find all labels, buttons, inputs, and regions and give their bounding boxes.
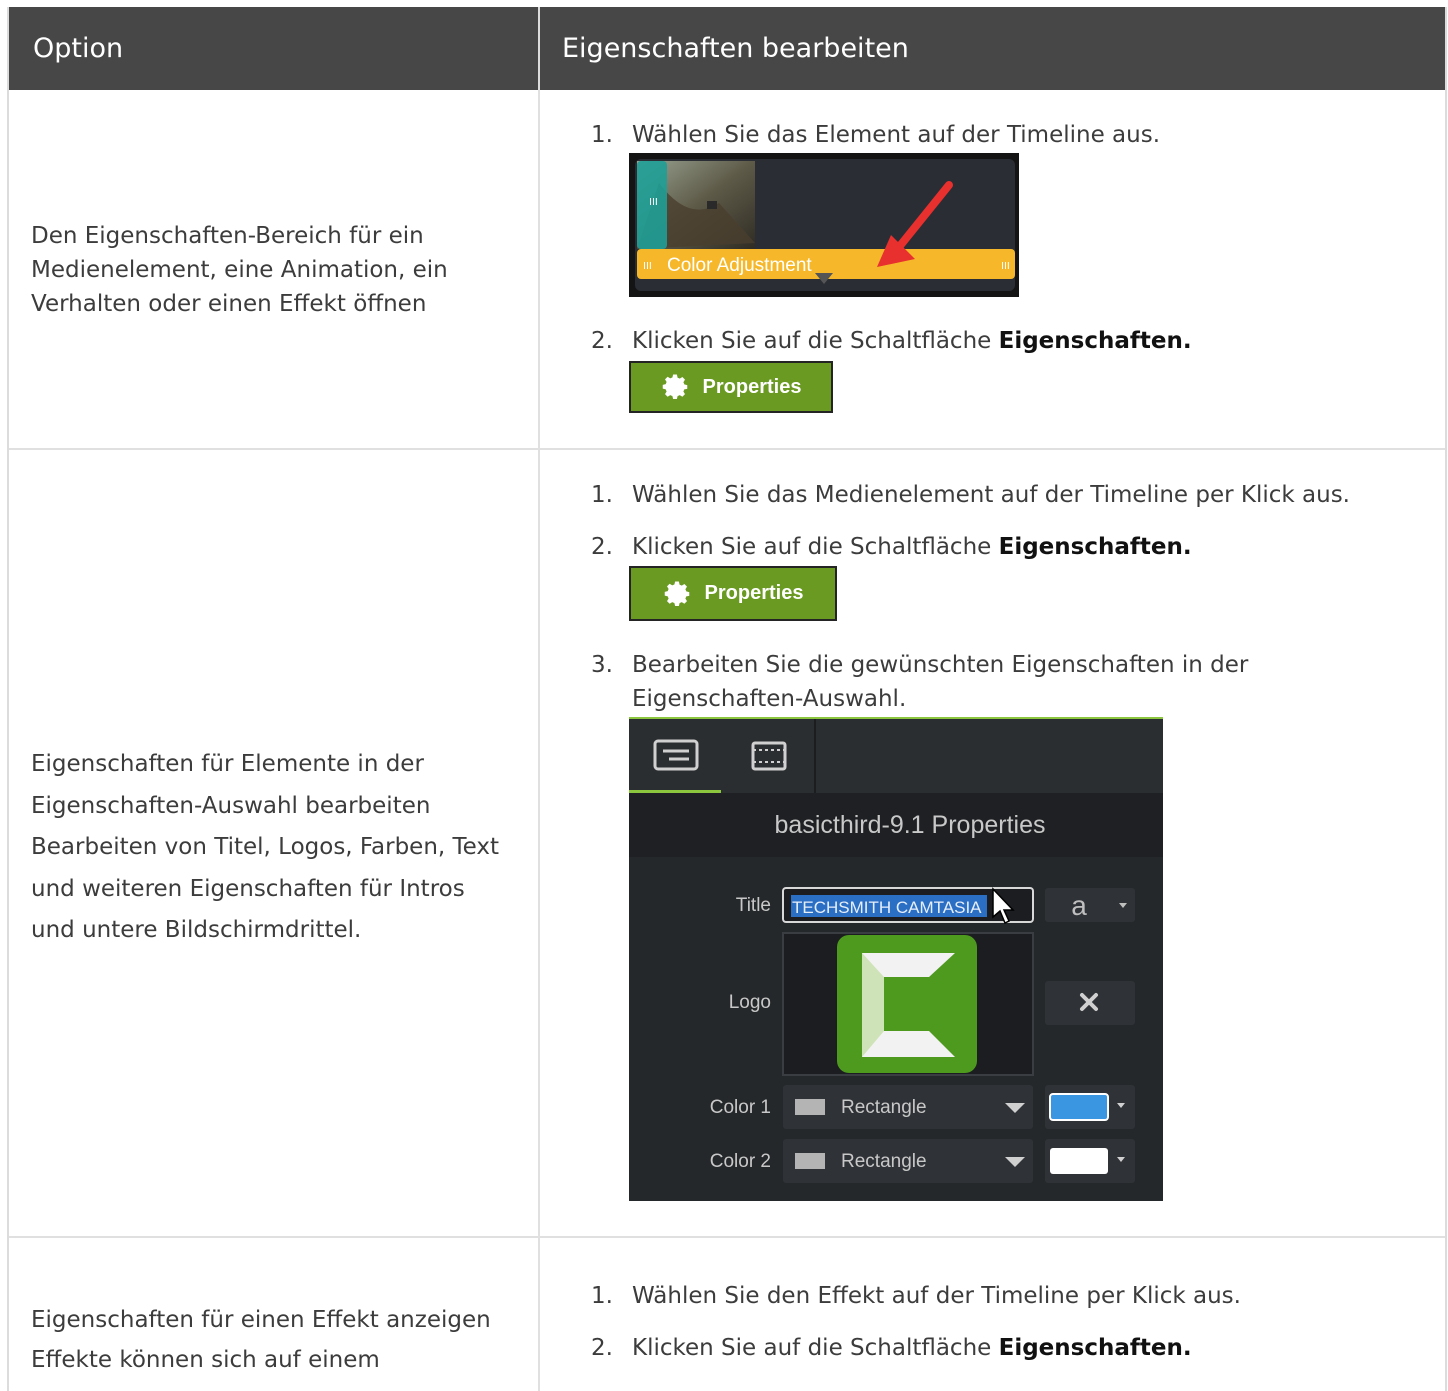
table-row-3-option: Eigenschaften für einen Effekt anzeigen … [31, 1300, 521, 1380]
svg-text:III: III [643, 261, 652, 272]
option-line: Eigenschaften für Elemente in der [31, 751, 424, 777]
properties-button-label: Properties [702, 375, 802, 398]
properties-panel: basicthird-9.1 Properties Title TECHSMIT… [629, 717, 1163, 1201]
step-number: 1. [591, 482, 613, 508]
step-number: 2. [591, 1335, 613, 1361]
gear-icon [662, 374, 687, 399]
option-line: Eigenschaften für einen Effekt anzeigen [31, 1307, 491, 1333]
option-line: Bearbeiten von Titel, Logos, Farben, Tex… [31, 834, 500, 860]
logo-label: Logo [729, 992, 771, 1013]
color2-label: Color 2 [710, 1151, 771, 1172]
step-number: 1. [591, 122, 613, 148]
step-number: 2. [591, 534, 613, 560]
header-divider [538, 7, 540, 90]
option-line: Eigenschaften-Auswahl bearbeiten [31, 792, 431, 819]
column-divider [538, 90, 540, 1391]
color1-label: Color 1 [710, 1097, 771, 1118]
step-text: Klicken Sie auf die Schaltfläche [632, 1335, 999, 1361]
step-text: Wählen Sie den Effekt auf der Timeline p… [632, 1283, 1241, 1309]
header-edit-properties: Eigenschaften bearbeiten [562, 33, 909, 64]
step-text: Klicken Sie auf die Schaltfläche [632, 534, 999, 560]
step-number: 1. [591, 1283, 613, 1309]
clip-label: Color Adjustment [667, 255, 812, 276]
row-divider [9, 448, 1445, 450]
step-text: Klicken Sie auf die Schaltfläche [632, 328, 999, 354]
step-bold-text: Eigenschaften. [998, 328, 1192, 354]
panel-title: basicthird-9.1 Properties [775, 811, 1046, 839]
option-line: und untere Bildschirmdrittel. [31, 917, 362, 943]
step-bold-text: Eigenschaften. [998, 1335, 1192, 1361]
font-glyph: a [1071, 890, 1087, 921]
color1-swatch [1049, 1093, 1109, 1121]
option-line: und weiteren Eigenschaften für Intros [31, 875, 465, 902]
title-label: Title [736, 895, 771, 916]
header-option: Option [33, 33, 124, 64]
properties-button-label: Properties [704, 582, 804, 604]
step-bold-text: Eigenschaften. [998, 534, 1192, 560]
option-line: Effekte können sich auf einem [31, 1347, 380, 1373]
table-row-1-option: Den Eigenschaften-Bereich für ein Medien… [31, 223, 448, 317]
step-number: 2. [591, 328, 613, 354]
step-text-line1: Bearbeiten Sie die gewünschten Eigenscha… [632, 652, 1249, 678]
gear-icon [664, 581, 689, 606]
rectangle-icon [795, 1099, 825, 1115]
table-header: Option Eigenschaften bearbeiten [9, 7, 1445, 90]
svg-text:III: III [1001, 261, 1010, 272]
step-number: 3. [591, 652, 613, 678]
title-input-value: TECHSMITH CAMTASIA [792, 898, 982, 917]
color1-shape: Rectangle [841, 1097, 927, 1118]
color2-shape: Rectangle [841, 1151, 927, 1172]
rectangle-icon [795, 1153, 825, 1169]
step-text: Wählen Sie das Medienelement auf der Tim… [632, 482, 1350, 508]
timeline-screenshot: III III III Color Adjustment [629, 153, 1019, 297]
properties-button[interactable]: Properties [629, 566, 837, 621]
timeline-image: III III III Color Adjustment [635, 159, 1015, 291]
color2-swatch [1050, 1148, 1108, 1174]
row-divider [9, 1236, 1445, 1238]
table-row-2-option: Eigenschaften für Elemente in der Eigens… [31, 744, 521, 952]
row2-step-3-line2: Eigenschaften-Auswahl. [632, 686, 907, 712]
properties-button[interactable]: Properties [629, 361, 833, 413]
step-text: Wählen Sie das Element auf der Timeline … [632, 122, 1161, 148]
active-tab-indicator [629, 790, 721, 793]
svg-text:III: III [649, 197, 658, 208]
